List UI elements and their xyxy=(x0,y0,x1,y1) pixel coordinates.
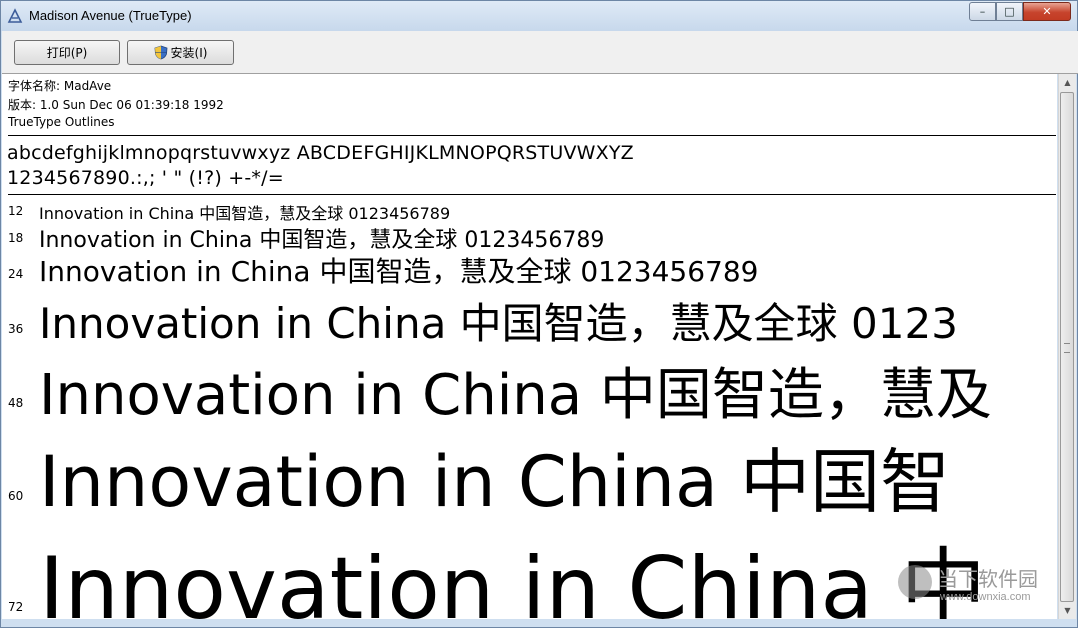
scroll-thumb[interactable] xyxy=(1060,92,1074,602)
close-button[interactable]: ✕ xyxy=(1023,2,1071,21)
sample-text: Innovation in China 中国智造，慧及全球 0123456789 xyxy=(39,204,451,223)
vertical-scrollbar[interactable]: ▲ ▼ xyxy=(1058,74,1076,619)
title-bar[interactable]: Madison Avenue (TrueType) – □ ✕ xyxy=(1,1,1077,31)
font-version-line: 版本: 1.0 Sun Dec 06 01:39:18 1992 xyxy=(8,98,224,112)
sample-row-18: 18 Innovation in China 中国智造，慧及全球 0123456… xyxy=(2,222,1057,253)
print-button-label: 打印(P) xyxy=(46,46,88,60)
install-button-label: 安装(I) xyxy=(170,46,208,60)
sample-text: Innovation in China 中 xyxy=(39,539,987,619)
font-file-icon xyxy=(7,8,23,23)
install-button[interactable]: 安装(I) xyxy=(127,40,234,65)
sample-text: Innovation in China 中国智造，慧及全球 0123456789 xyxy=(39,255,759,288)
print-button[interactable]: 打印(P) xyxy=(14,40,120,65)
maximize-icon: □ xyxy=(1004,5,1015,18)
close-icon: ✕ xyxy=(1042,5,1052,18)
sample-size-label: 72 xyxy=(8,600,24,614)
window-title: Madison Avenue (TrueType) xyxy=(29,8,192,23)
minimize-button[interactable]: – xyxy=(969,2,996,21)
sample-text: Innovation in China 中国智造，慧及 xyxy=(39,363,992,428)
sample-size-label: 18 xyxy=(8,231,24,245)
divider xyxy=(8,135,1056,136)
sample-size-label: 24 xyxy=(8,267,24,281)
font-outline-line: TrueType Outlines xyxy=(8,115,115,129)
divider xyxy=(8,194,1056,195)
sample-size-label: 36 xyxy=(8,322,24,336)
scroll-up-arrow-icon[interactable]: ▲ xyxy=(1059,74,1076,91)
sample-row-12: 12 Innovation in China 中国智造，慧及全球 0123456… xyxy=(2,200,1057,223)
scroll-down-arrow-icon[interactable]: ▼ xyxy=(1059,602,1076,619)
toolbar: 打印(P) 安装(I) xyxy=(2,31,1078,74)
font-preview-area: 字体名称: MadAve 版本: 1.0 Sun Dec 06 01:39:18… xyxy=(2,74,1057,619)
charset-letters: abcdefghijklmnopqrstuvwxyz ABCDEFGHIJKLM… xyxy=(7,142,634,164)
sample-text: Innovation in China 中国智 xyxy=(39,441,951,523)
watermark-url: www.downxia.com xyxy=(940,591,1031,603)
sample-row-48: 48 Innovation in China 中国智造，慧及 xyxy=(2,350,1057,428)
uac-shield-icon xyxy=(154,45,167,60)
sample-row-72: 72 Innovation in China 中 xyxy=(2,518,1057,619)
sample-row-36: 36 Innovation in China 中国智造，慧及全球 0123 xyxy=(2,290,1057,348)
sample-text: Innovation in China 中国智造，慧及全球 0123 xyxy=(39,299,958,348)
sample-size-label: 48 xyxy=(8,396,24,410)
maximize-button[interactable]: □ xyxy=(996,2,1023,21)
font-name-line: 字体名称: MadAve xyxy=(8,79,112,93)
watermark: 当下软件园 www.downxia.com xyxy=(896,561,1061,609)
scroll-grip-icon xyxy=(1064,343,1070,353)
sample-size-label: 12 xyxy=(8,204,24,218)
sample-row-24: 24 Innovation in China 中国智造，慧及全球 0123456… xyxy=(2,250,1057,288)
charset-digits-symbols: 1234567890.:,; ' " (!?) +-*/= xyxy=(7,167,284,189)
sample-size-label: 60 xyxy=(8,489,24,503)
font-viewer-window: Madison Avenue (TrueType) – □ ✕ 打印(P) 安装… xyxy=(0,0,1078,628)
minimize-icon: – xyxy=(979,5,986,18)
watermark-logo-icon xyxy=(898,565,932,599)
watermark-text: 当下软件园 xyxy=(938,567,1038,591)
sample-row-60: 60 Innovation in China 中国智 xyxy=(2,426,1057,523)
